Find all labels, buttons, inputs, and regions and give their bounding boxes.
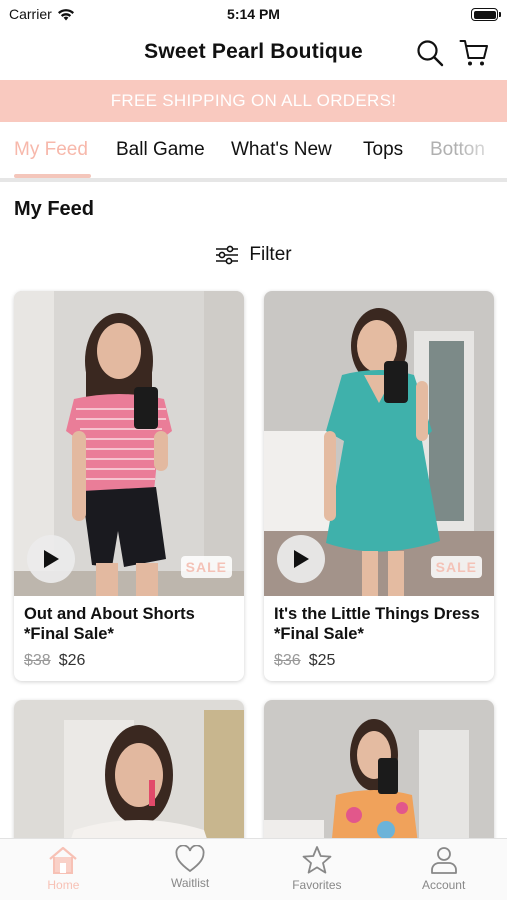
page-title: My Feed — [14, 198, 95, 220]
product-name[interactable]: It's the Little Things Dress *Final Sale… — [264, 596, 494, 644]
search-button[interactable] — [415, 38, 445, 68]
product-price: $36 $25 — [264, 644, 494, 670]
product-photo — [14, 700, 244, 860]
status-bar: Carrier 5:14 PM — [0, 0, 507, 28]
product-image[interactable] — [264, 700, 494, 860]
product-name[interactable]: Out and About Shorts *Final Sale* — [14, 596, 244, 644]
play-icon — [44, 550, 59, 568]
tab-ball-game[interactable]: Ball Game — [116, 139, 205, 161]
product-card[interactable] — [14, 700, 244, 860]
sale-price: $26 — [58, 652, 86, 669]
filter-button[interactable]: Filter — [0, 244, 507, 266]
sale-badge: SALE — [430, 556, 482, 578]
battery-icon — [471, 8, 501, 21]
filter-label: Filter — [249, 244, 292, 265]
bottom-tab-label: Waitlist — [171, 876, 210, 890]
product-photo — [264, 700, 494, 860]
promo-banner[interactable]: FREE SHIPPING ON ALL ORDERS! — [0, 80, 507, 122]
category-tabs: My Feed Ball Game What's New Tops Botton — [0, 122, 507, 180]
sale-badge: SALE — [180, 556, 232, 578]
bottom-tab-label: Account — [421, 878, 466, 892]
product-card[interactable]: SALE Out and About Shorts *Final Sale* $… — [14, 291, 244, 681]
original-price: $38 — [24, 652, 51, 669]
cart-button[interactable] — [459, 38, 489, 68]
original-price: $36 — [274, 652, 301, 669]
bottom-tab-home[interactable]: Home — [0, 839, 127, 900]
tabs-divider — [0, 178, 507, 182]
product-image[interactable]: SALE — [14, 291, 244, 596]
status-time: 5:14 PM — [227, 6, 280, 22]
play-video-button[interactable] — [27, 535, 75, 583]
bottom-tab-waitlist[interactable]: Waitlist — [127, 839, 254, 900]
search-icon — [417, 40, 444, 67]
nav-bar: Sweet Pearl Boutique — [0, 28, 507, 80]
tab-whats-new[interactable]: What's New — [231, 139, 332, 161]
tab-my-feed[interactable]: My Feed — [14, 139, 88, 161]
product-card[interactable] — [264, 700, 494, 860]
bottom-tab-bar: Home Waitlist Favorites Account — [0, 838, 507, 900]
bottom-tab-account[interactable]: Account — [380, 839, 507, 900]
bottom-tab-label: Home — [47, 878, 80, 892]
bottom-tab-label: Favorites — [292, 878, 342, 892]
cart-icon — [459, 40, 488, 66]
home-icon — [49, 846, 78, 874]
sale-price: $25 — [308, 652, 336, 669]
product-card[interactable]: SALE It's the Little Things Dress *Final… — [264, 291, 494, 681]
product-price: $38 $26 — [14, 644, 244, 670]
filter-sliders-icon — [216, 245, 239, 265]
heart-icon — [175, 845, 205, 873]
product-image[interactable] — [14, 700, 244, 860]
play-video-button[interactable] — [277, 535, 325, 583]
bottom-tab-favorites[interactable]: Favorites — [254, 839, 381, 900]
star-icon — [302, 846, 332, 874]
tab-tops[interactable]: Tops — [363, 139, 403, 161]
play-icon — [294, 550, 309, 568]
tabs-fade-overlay — [457, 122, 507, 178]
person-icon — [430, 847, 457, 874]
product-image[interactable]: SALE — [264, 291, 494, 596]
